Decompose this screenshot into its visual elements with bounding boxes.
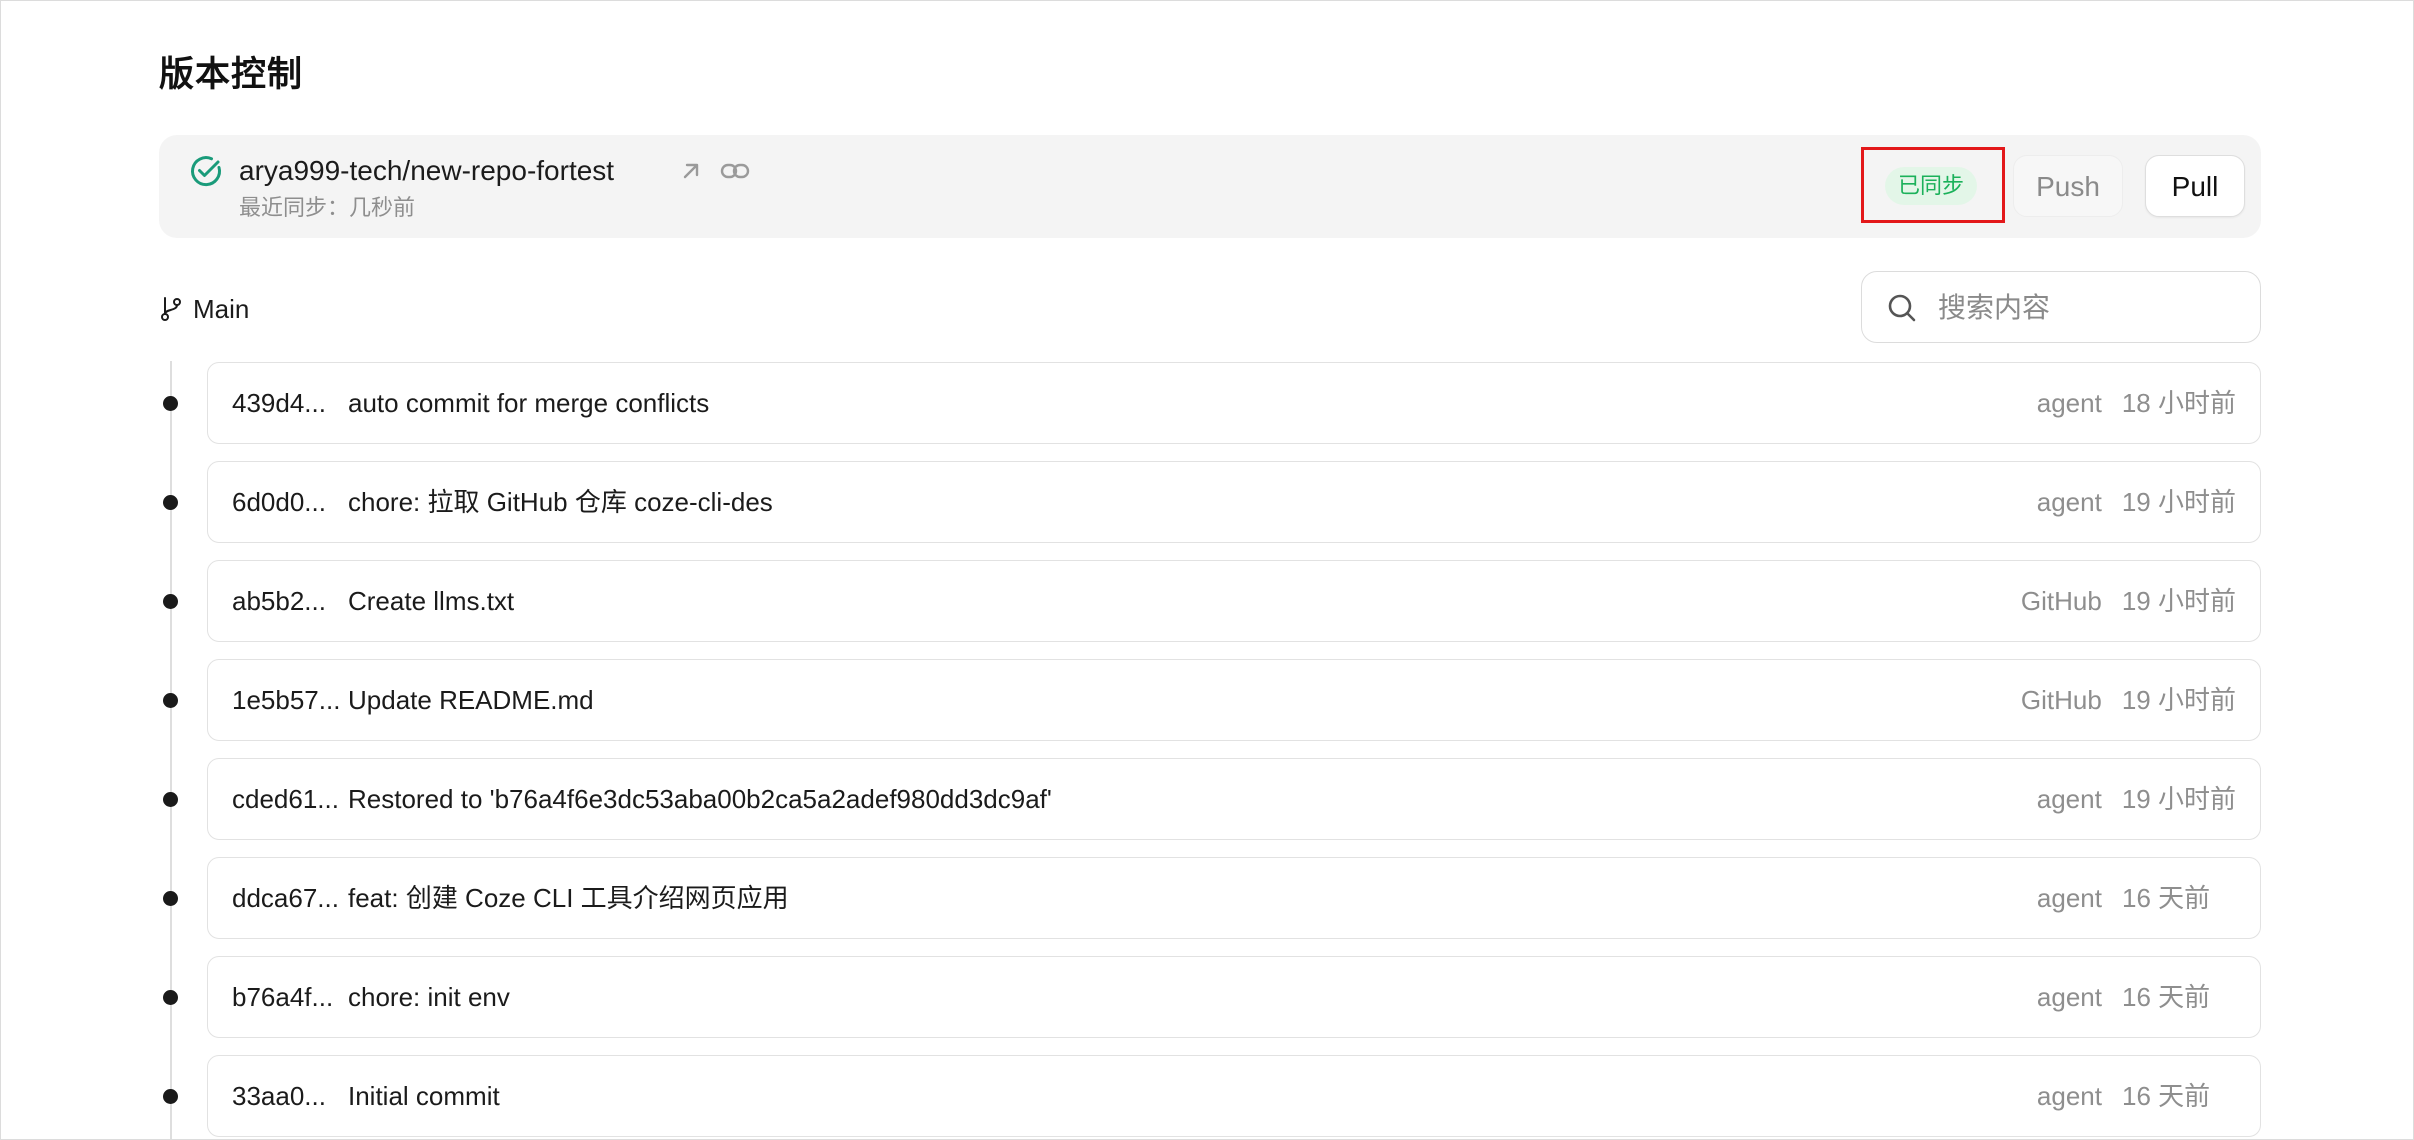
commit-time: 19 小时前 bbox=[2121, 784, 2236, 814]
git-branch-icon bbox=[161, 297, 181, 321]
sync-status-badge: 已同步 bbox=[1885, 167, 1977, 205]
commit-hash: 439d4... bbox=[232, 388, 326, 418]
commit-message: Initial commit bbox=[348, 1081, 500, 1111]
timeline-dot bbox=[163, 396, 178, 411]
timeline-dot bbox=[163, 495, 178, 510]
commit-row: cded61... Restored to 'b76a4f6e3dc53aba0… bbox=[159, 758, 2261, 840]
commit-message: Create llms.txt bbox=[348, 586, 515, 616]
commit-meta: agent 19 小时前 bbox=[2037, 781, 2236, 817]
branch-label: Main bbox=[193, 294, 250, 324]
commit-row: 33aa0... Initial commit agent 16 天前 bbox=[159, 1055, 2261, 1137]
commit-hash: ab5b2... bbox=[232, 586, 326, 616]
commit-message: feat: 创建 Coze CLI 工具介绍网页应用 bbox=[348, 883, 789, 913]
repo-name-link[interactable]: arya999-tech/new-repo-fortest bbox=[239, 152, 614, 190]
commit-message: Update README.md bbox=[348, 685, 594, 715]
commit-hash: cded61... bbox=[232, 784, 339, 814]
commit-time: 19 小时前 bbox=[2121, 586, 2236, 616]
commit-meta: GitHub 19 小时前 bbox=[2021, 583, 2236, 619]
page-title: 版本控制 bbox=[159, 55, 304, 94]
commit-meta: agent 19 小时前 bbox=[2037, 484, 2236, 520]
commit-author: agent bbox=[2036, 1081, 2102, 1111]
commit-hash: b76a4f... bbox=[232, 982, 334, 1012]
commit-meta: agent 18 小时前 bbox=[2037, 385, 2236, 421]
commit-card[interactable]: 6d0d0... chore: 拉取 GitHub 仓库 coze-cli-de… bbox=[207, 461, 2261, 543]
commit-message: auto commit for merge conflicts bbox=[348, 388, 710, 418]
commit-hash: 33aa0... bbox=[232, 1081, 326, 1111]
commit-card[interactable]: b76a4f... chore: init env agent 16 天前 bbox=[207, 956, 2261, 1038]
commit-row: ddca67... feat: 创建 Coze CLI 工具介绍网页应用 age… bbox=[159, 857, 2261, 939]
commit-row: 439d4... auto commit for merge conflicts… bbox=[159, 362, 2261, 444]
push-button[interactable]: Push bbox=[2013, 155, 2123, 217]
search-input[interactable] bbox=[1936, 286, 2240, 330]
commit-card[interactable]: 439d4... auto commit for merge conflicts… bbox=[207, 362, 2261, 444]
commit-card[interactable]: ab5b2... Create llms.txt GitHub 19 小时前 bbox=[207, 560, 2261, 642]
commit-row: 6d0d0... chore: 拉取 GitHub 仓库 coze-cli-de… bbox=[159, 461, 2261, 543]
version-control-panel: 版本控制 arya999-tech/new-repo-fortest 最近同步：… bbox=[0, 0, 2414, 1140]
repo-card: arya999-tech/new-repo-fortest 最近同步：几秒前 已… bbox=[159, 135, 2261, 238]
branch-selector[interactable]: Main bbox=[159, 291, 249, 327]
commit-row: ab5b2... Create llms.txt GitHub 19 小时前 bbox=[159, 560, 2261, 642]
commit-author: GitHub bbox=[2020, 685, 2102, 715]
commit-card[interactable]: cded61... Restored to 'b76a4f6e3dc53aba0… bbox=[207, 758, 2261, 840]
commit-message: chore: init env bbox=[348, 982, 510, 1012]
check-circle-icon bbox=[191, 156, 221, 187]
pull-button[interactable]: Pull bbox=[2145, 155, 2245, 217]
commit-author: agent bbox=[2036, 982, 2102, 1012]
commit-author: agent bbox=[2036, 487, 2102, 517]
commit-author: agent bbox=[2036, 883, 2102, 913]
timeline-dot bbox=[163, 1089, 178, 1104]
commit-card[interactable]: 1e5b57... Update README.md GitHub 19 小时前 bbox=[207, 659, 2261, 741]
commit-author: GitHub bbox=[2020, 586, 2102, 616]
search-icon bbox=[1888, 294, 1916, 322]
commit-card[interactable]: ddca67... feat: 创建 Coze CLI 工具介绍网页应用 age… bbox=[207, 857, 2261, 939]
timeline-dot bbox=[163, 693, 178, 708]
timeline-dot bbox=[163, 792, 178, 807]
timeline-dot bbox=[163, 891, 178, 906]
timeline-dot bbox=[163, 594, 178, 609]
commit-message: Restored to 'b76a4f6e3dc53aba00b2ca5a2ad… bbox=[348, 784, 1052, 814]
commit-hash: ddca67... bbox=[232, 883, 339, 913]
last-sync-text: 最近同步：几秒前 bbox=[239, 195, 416, 220]
link-icon[interactable] bbox=[719, 155, 751, 187]
commit-row: 1e5b57... Update README.md GitHub 19 小时前 bbox=[159, 659, 2261, 741]
commit-time: 18 小时前 bbox=[2121, 388, 2236, 418]
commit-hash: 6d0d0... bbox=[232, 487, 326, 517]
commit-time: 19 小时前 bbox=[2121, 487, 2236, 517]
commit-time: 16 天前 bbox=[2122, 982, 2211, 1012]
search-box[interactable] bbox=[1861, 271, 2261, 343]
commit-meta: agent 16 天前 bbox=[2037, 979, 2236, 1015]
commit-card[interactable]: 33aa0... Initial commit agent 16 天前 bbox=[207, 1055, 2261, 1137]
commit-author: agent bbox=[2036, 784, 2102, 814]
commit-time: 16 天前 bbox=[2122, 1081, 2211, 1111]
commit-meta: agent 16 天前 bbox=[2037, 880, 2236, 916]
commit-hash: 1e5b57... bbox=[232, 685, 341, 715]
arrow-up-right-icon[interactable] bbox=[677, 157, 705, 185]
commit-time: 16 天前 bbox=[2122, 883, 2211, 913]
commit-row: b76a4f... chore: init env agent 16 天前 bbox=[159, 956, 2261, 1038]
timeline-dot bbox=[163, 990, 178, 1005]
commit-time: 19 小时前 bbox=[2121, 685, 2236, 715]
commit-message: chore: 拉取 GitHub 仓库 coze-cli-des bbox=[348, 487, 773, 517]
commit-meta: GitHub 19 小时前 bbox=[2021, 682, 2236, 718]
commit-author: agent bbox=[2036, 388, 2102, 418]
commit-meta: agent 16 天前 bbox=[2037, 1078, 2236, 1114]
